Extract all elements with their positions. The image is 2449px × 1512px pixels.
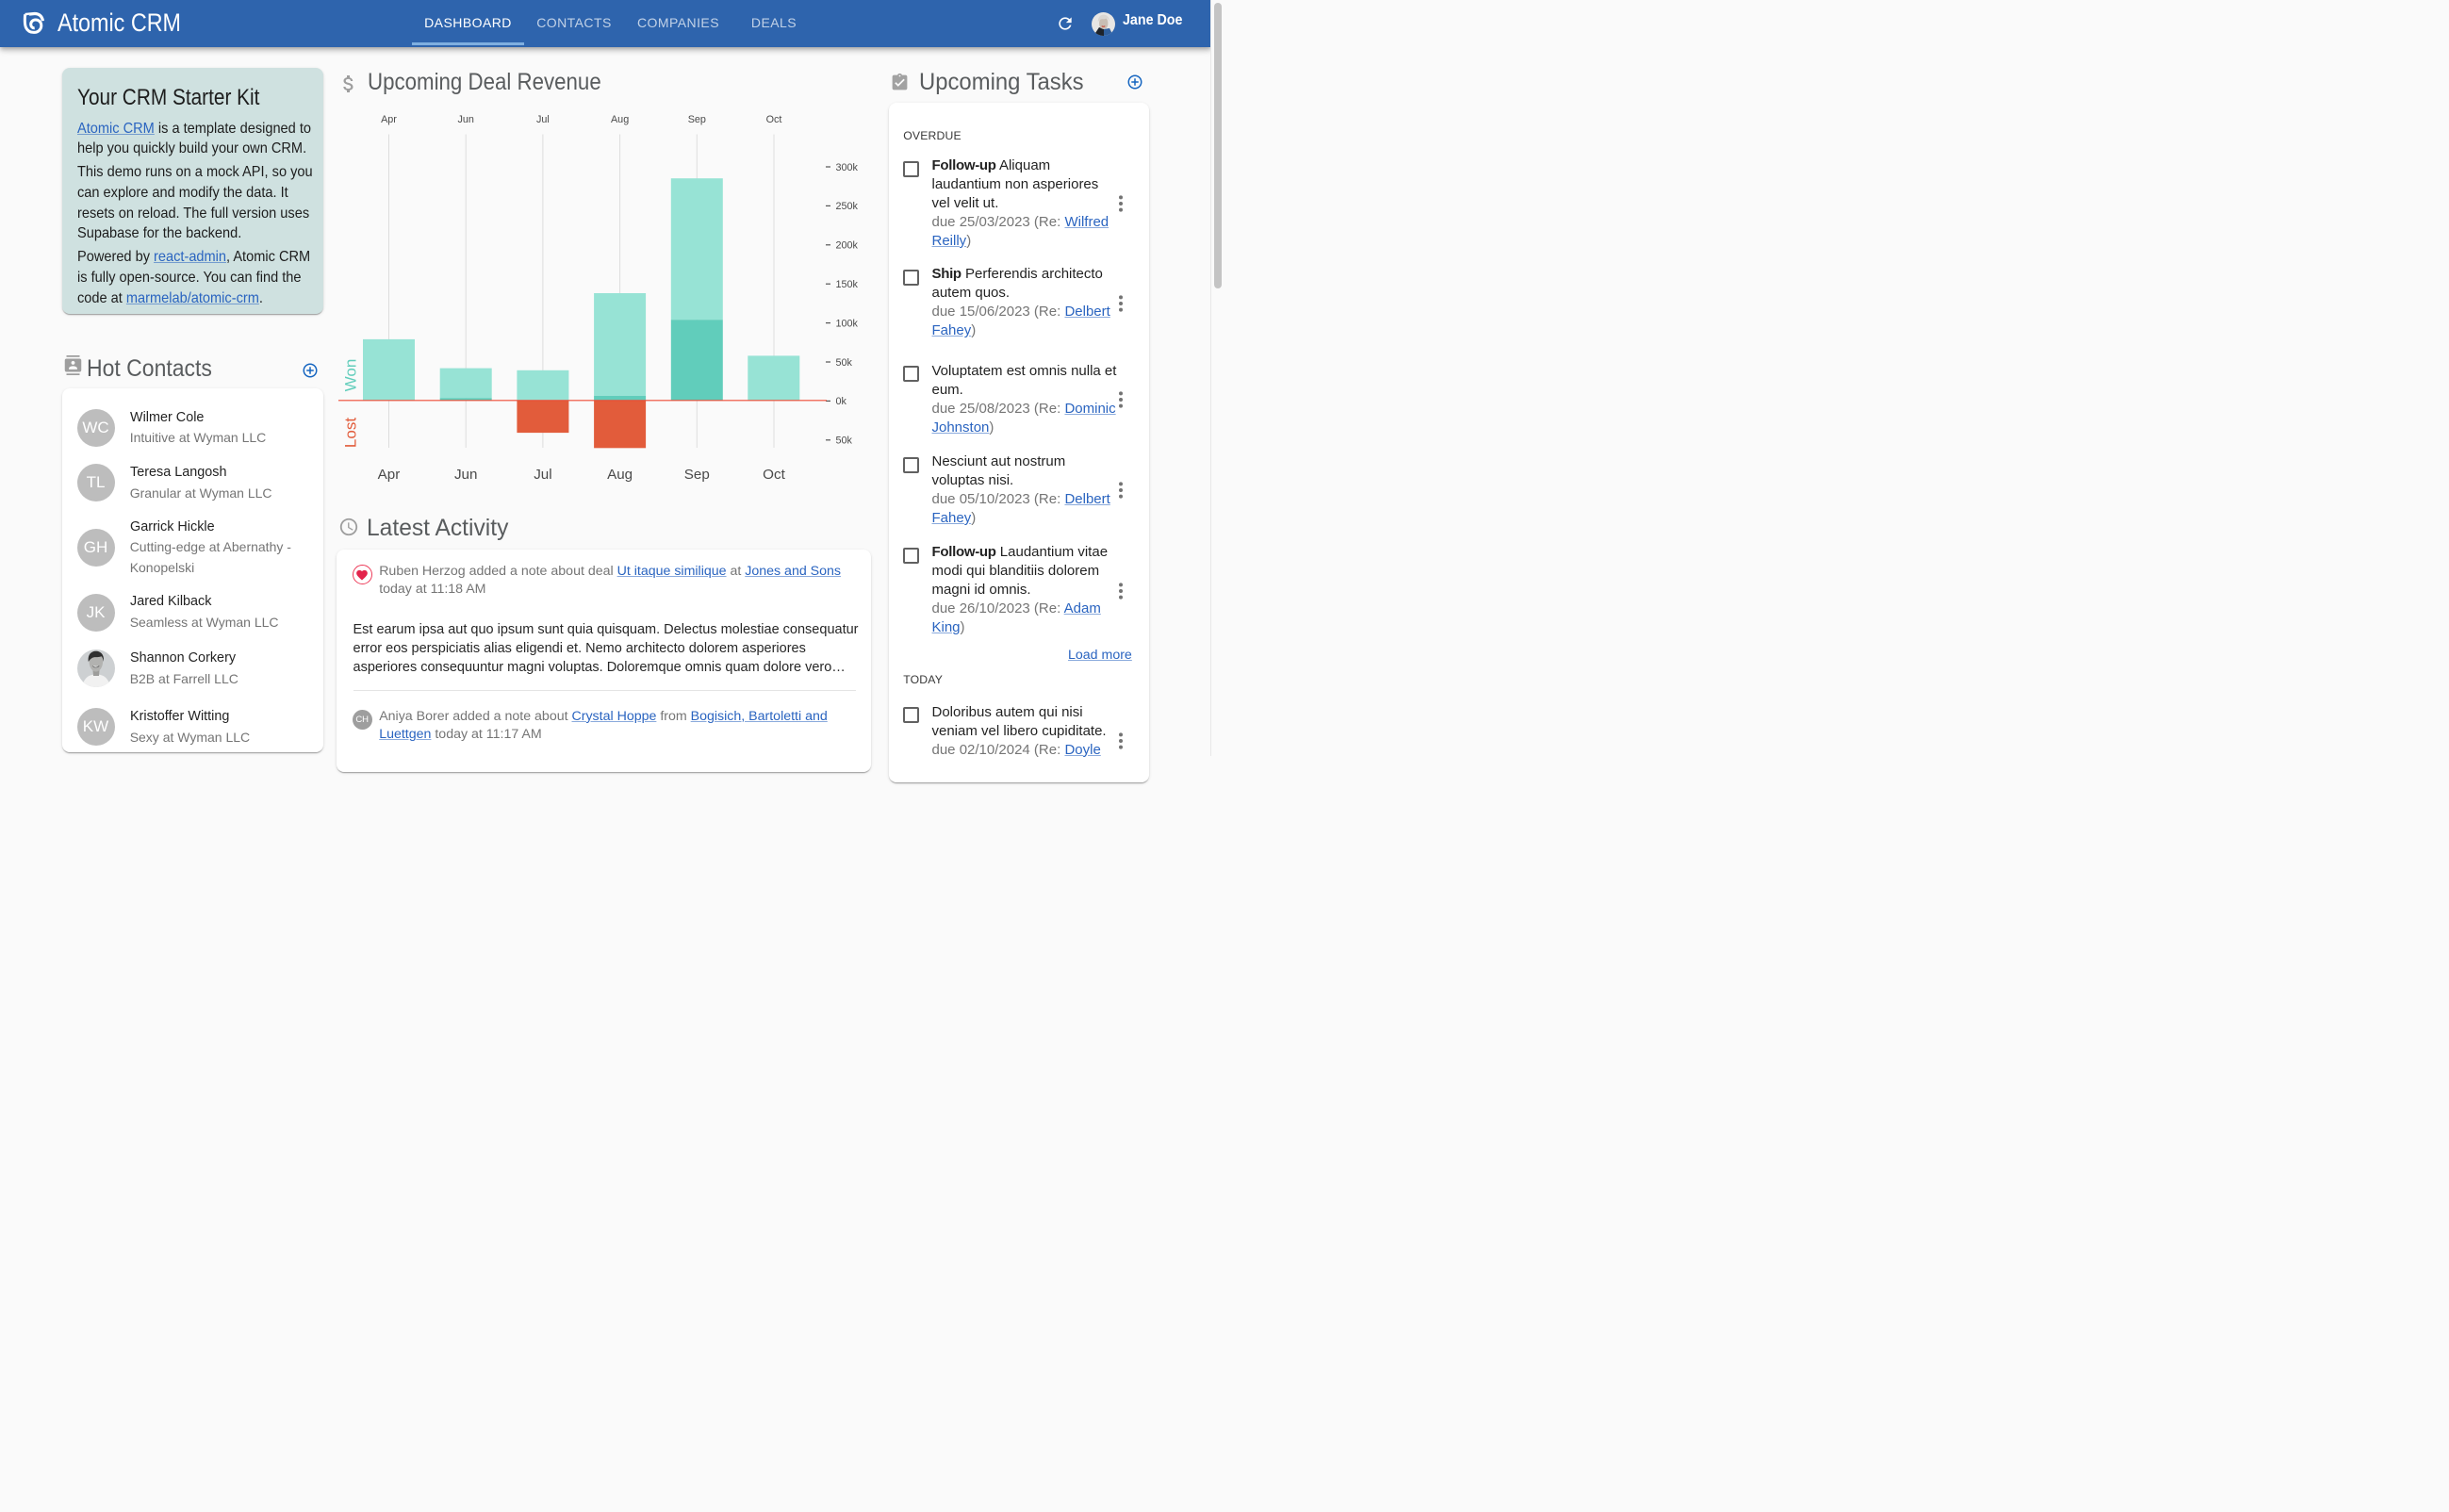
svg-text:Aug: Aug	[611, 114, 629, 125]
svg-text:100k: 100k	[836, 318, 859, 329]
svg-text:Jun: Jun	[454, 467, 478, 483]
svg-text:Oct: Oct	[763, 467, 785, 483]
svg-text:300k: 300k	[836, 162, 859, 173]
svg-text:Apr: Apr	[378, 467, 401, 483]
svg-text:50k: 50k	[836, 357, 853, 369]
svg-text:Sep: Sep	[684, 467, 710, 483]
svg-text:Won: Won	[342, 359, 360, 392]
svg-text:Lost: Lost	[342, 418, 360, 448]
svg-text:250k: 250k	[836, 201, 859, 212]
svg-text:Jun: Jun	[457, 114, 473, 125]
svg-text:200k: 200k	[836, 240, 859, 252]
svg-text:Jul: Jul	[534, 467, 551, 483]
svg-text:Apr: Apr	[381, 114, 397, 125]
svg-text:150k: 150k	[836, 279, 859, 290]
svg-text:0k: 0k	[836, 396, 847, 407]
svg-text:Oct: Oct	[766, 114, 782, 125]
svg-text:50k: 50k	[836, 436, 853, 447]
svg-text:Aug: Aug	[607, 467, 633, 483]
svg-text:Sep: Sep	[688, 114, 706, 125]
svg-text:Jul: Jul	[536, 114, 550, 125]
